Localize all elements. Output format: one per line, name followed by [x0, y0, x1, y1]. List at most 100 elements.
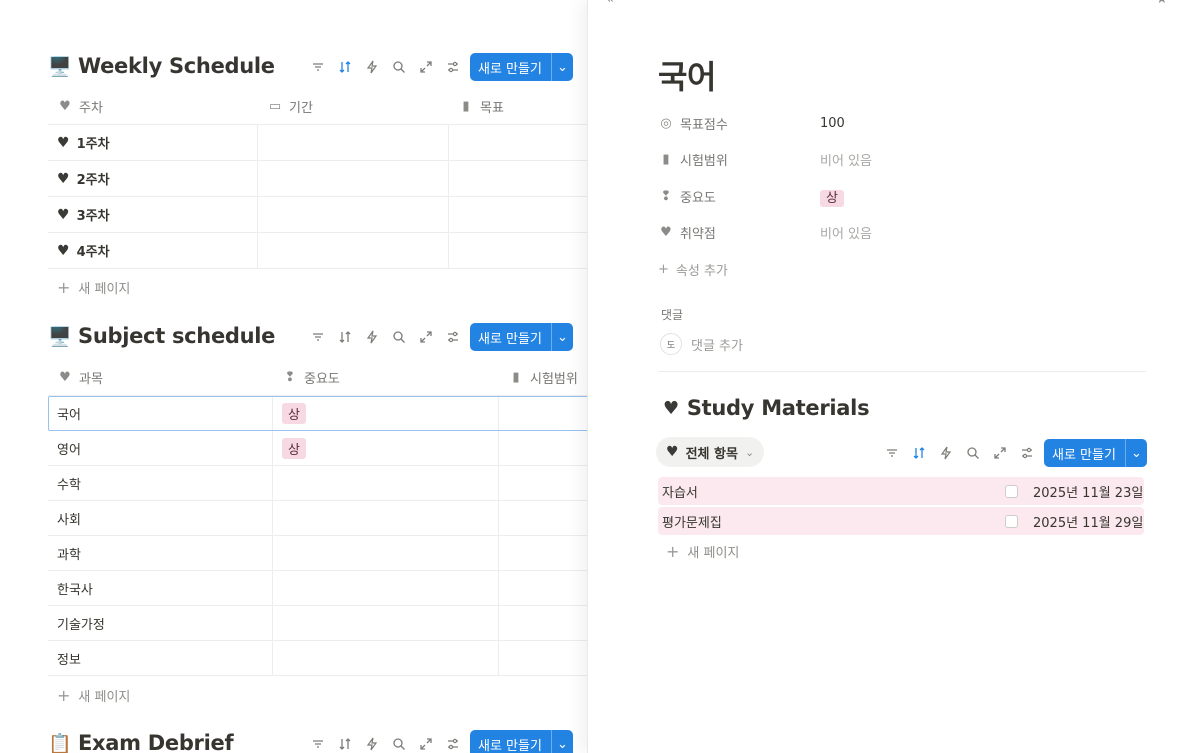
plus-icon: +: [57, 686, 71, 705]
sort-icon[interactable]: [331, 323, 358, 351]
study-materials-title[interactable]: ♥ Study Materials: [663, 396, 870, 420]
lightning-icon[interactable]: [358, 323, 385, 351]
divider: [658, 371, 1146, 372]
property-importance[interactable]: ❢ 중요도 상: [658, 178, 1148, 215]
lightning-icon[interactable]: [358, 53, 385, 81]
filter-icon[interactable]: [878, 439, 905, 467]
column-header-exam-range[interactable]: ▮ 시험범위: [499, 360, 587, 395]
sort-icon[interactable]: [331, 730, 358, 753]
settings-sliders-icon[interactable]: [439, 323, 466, 351]
list-item[interactable]: 평가문제집 2025년 11월 29일: [658, 507, 1144, 535]
subject-new-page[interactable]: + 새 페이지: [57, 686, 130, 705]
sort-icon[interactable]: [905, 439, 932, 467]
weekly-toolbar: 새로 만들기 ⌄: [304, 53, 573, 81]
table-row[interactable]: 과학: [48, 536, 587, 571]
column-header-goal[interactable]: ▮ 목표: [449, 89, 587, 124]
table-row[interactable]: 국어 상: [48, 396, 587, 431]
weekly-new-button[interactable]: 새로 만들기 ⌄: [470, 53, 573, 81]
checkbox[interactable]: [1005, 514, 1018, 528]
subject-schedule-title[interactable]: 🖥️ Subject schedule: [48, 324, 275, 348]
list-item[interactable]: 자습서 2025년 11월 23일: [658, 477, 1144, 505]
materials-toolbar: 새로 만들기 ⌄: [878, 439, 1147, 467]
heart-icon: ♥: [57, 206, 70, 223]
column-header-subject[interactable]: ♥ 과목: [48, 360, 273, 395]
expand-icon[interactable]: [412, 53, 439, 81]
subject-schedule-header: 🖥️ Subject schedule 새로 만들기 ⌄: [48, 323, 587, 354]
filter-icon[interactable]: [304, 730, 331, 753]
settings-sliders-icon[interactable]: [1013, 439, 1040, 467]
table-row[interactable]: ♥ 4주차: [48, 233, 587, 269]
property-weakness[interactable]: ♥ 취약점 비어 있음: [658, 215, 1148, 252]
settings-sliders-icon[interactable]: [439, 730, 466, 753]
expand-icon[interactable]: [412, 730, 439, 753]
materials-new-button[interactable]: 새로 만들기 ⌄: [1044, 439, 1147, 467]
chevron-down-icon[interactable]: ⌄: [552, 53, 573, 81]
filter-icon[interactable]: [304, 53, 331, 81]
property-exam-range[interactable]: ▮ 시험범위 비어 있음: [658, 142, 1148, 179]
table-row[interactable]: 한국사: [48, 571, 587, 606]
heart-icon: ♥: [59, 370, 71, 385]
page-title[interactable]: 국어: [658, 52, 716, 98]
subject-toolbar: 새로 만들기 ⌄: [304, 323, 573, 351]
table-row[interactable]: 영어 상: [48, 431, 587, 466]
lightning-icon[interactable]: [932, 439, 959, 467]
heart-icon: ♥: [57, 134, 70, 151]
settings-sliders-icon[interactable]: [439, 53, 466, 81]
calendar-icon: ▭: [268, 99, 282, 114]
add-comment-input[interactable]: 도 댓글 추가: [660, 333, 743, 355]
exam-new-button[interactable]: 새로 만들기 ⌄: [470, 730, 573, 753]
exclamation-bubble-icon: ❢: [660, 188, 672, 204]
panel-control-icon[interactable]: « ·: [606, 0, 622, 7]
column-header-week[interactable]: ♥ 주차: [48, 89, 258, 124]
sort-icon[interactable]: [331, 53, 358, 81]
table-row[interactable]: 기술가정: [48, 606, 587, 641]
table-row[interactable]: 사회: [48, 501, 587, 536]
search-icon[interactable]: [385, 53, 412, 81]
share-icon[interactable]: ···: [1106, 0, 1118, 7]
exam-debrief-header: 📋 Exam Debrief 새로 만들기 ⌄: [48, 730, 587, 753]
search-icon[interactable]: [385, 730, 412, 753]
chevron-down-icon[interactable]: ⌄: [552, 730, 573, 753]
broken-heart-icon: ♥: [660, 225, 672, 241]
table-header-row: ♥ 과목 ❢ 중요도 ▮ 시험범위: [48, 360, 587, 396]
plus-icon: +: [666, 542, 680, 561]
table-row[interactable]: 수학: [48, 466, 587, 501]
add-property-button[interactable]: + 속성 추가: [658, 251, 1148, 288]
weekly-new-page[interactable]: + 새 페이지: [57, 278, 130, 297]
clipboard-icon: 📋: [48, 732, 72, 753]
search-icon[interactable]: [385, 323, 412, 351]
heart-icon: ♥: [57, 242, 70, 259]
column-header-period[interactable]: ▭ 기간: [258, 89, 449, 124]
bookmark-icon: ▮: [462, 99, 470, 114]
materials-new-page[interactable]: + 새 페이지: [666, 542, 739, 561]
status-badge: 상: [282, 437, 306, 459]
main-page: 🖥️ Weekly Schedule 새로 만들기 ⌄ ♥ 주차 ▭ 기간 ▮ 목표 …: [0, 0, 587, 753]
subject-new-button[interactable]: 새로 만들기 ⌄: [470, 323, 573, 351]
computer-icon: 🖥️: [48, 325, 72, 348]
view-selector[interactable]: ♥ 전체 항목 ⌄: [656, 437, 765, 467]
checkbox[interactable]: [1005, 484, 1018, 498]
chevron-down-icon[interactable]: ⌄: [1126, 439, 1147, 467]
lightning-icon[interactable]: [358, 730, 385, 753]
weekly-schedule-title[interactable]: 🖥️ Weekly Schedule: [48, 54, 275, 78]
table-row[interactable]: 정보: [48, 641, 587, 676]
status-badge[interactable]: 상: [820, 189, 844, 207]
chevron-down-icon: ⌄: [744, 445, 755, 459]
expand-icon[interactable]: [412, 323, 439, 351]
table-row[interactable]: ♥ 2주차: [48, 161, 587, 197]
filter-icon[interactable]: [304, 323, 331, 351]
column-header-importance[interactable]: ❢ 중요도: [273, 360, 499, 395]
exam-debrief-title[interactable]: 📋 Exam Debrief: [48, 731, 234, 753]
side-peek-panel: « · ··· ★ 국어 ◎목표점수 100 ▮시험범위 비어 있음 ❢중요도 …: [587, 0, 1200, 753]
table-row[interactable]: ♥ 1주차: [48, 125, 587, 161]
star-icon[interactable]: ★: [1156, 0, 1168, 7]
chevron-down-icon[interactable]: ⌄: [552, 323, 573, 351]
bookmark-icon: ▮: [662, 152, 670, 168]
table-row[interactable]: ♥ 3주차: [48, 197, 587, 233]
heart-icon: ♥: [663, 397, 679, 419]
property-target-score[interactable]: ◎ 목표점수 100: [658, 105, 1148, 142]
table-header-row: ♥ 주차 ▭ 기간 ▮ 목표: [48, 89, 587, 125]
expand-icon[interactable]: [986, 439, 1013, 467]
property-list: ◎ 목표점수 100 ▮ 시험범위 비어 있음 ❢ 중요도 상 ♥ 취약점 비어 있음 …: [658, 105, 1148, 288]
search-icon[interactable]: [959, 439, 986, 467]
